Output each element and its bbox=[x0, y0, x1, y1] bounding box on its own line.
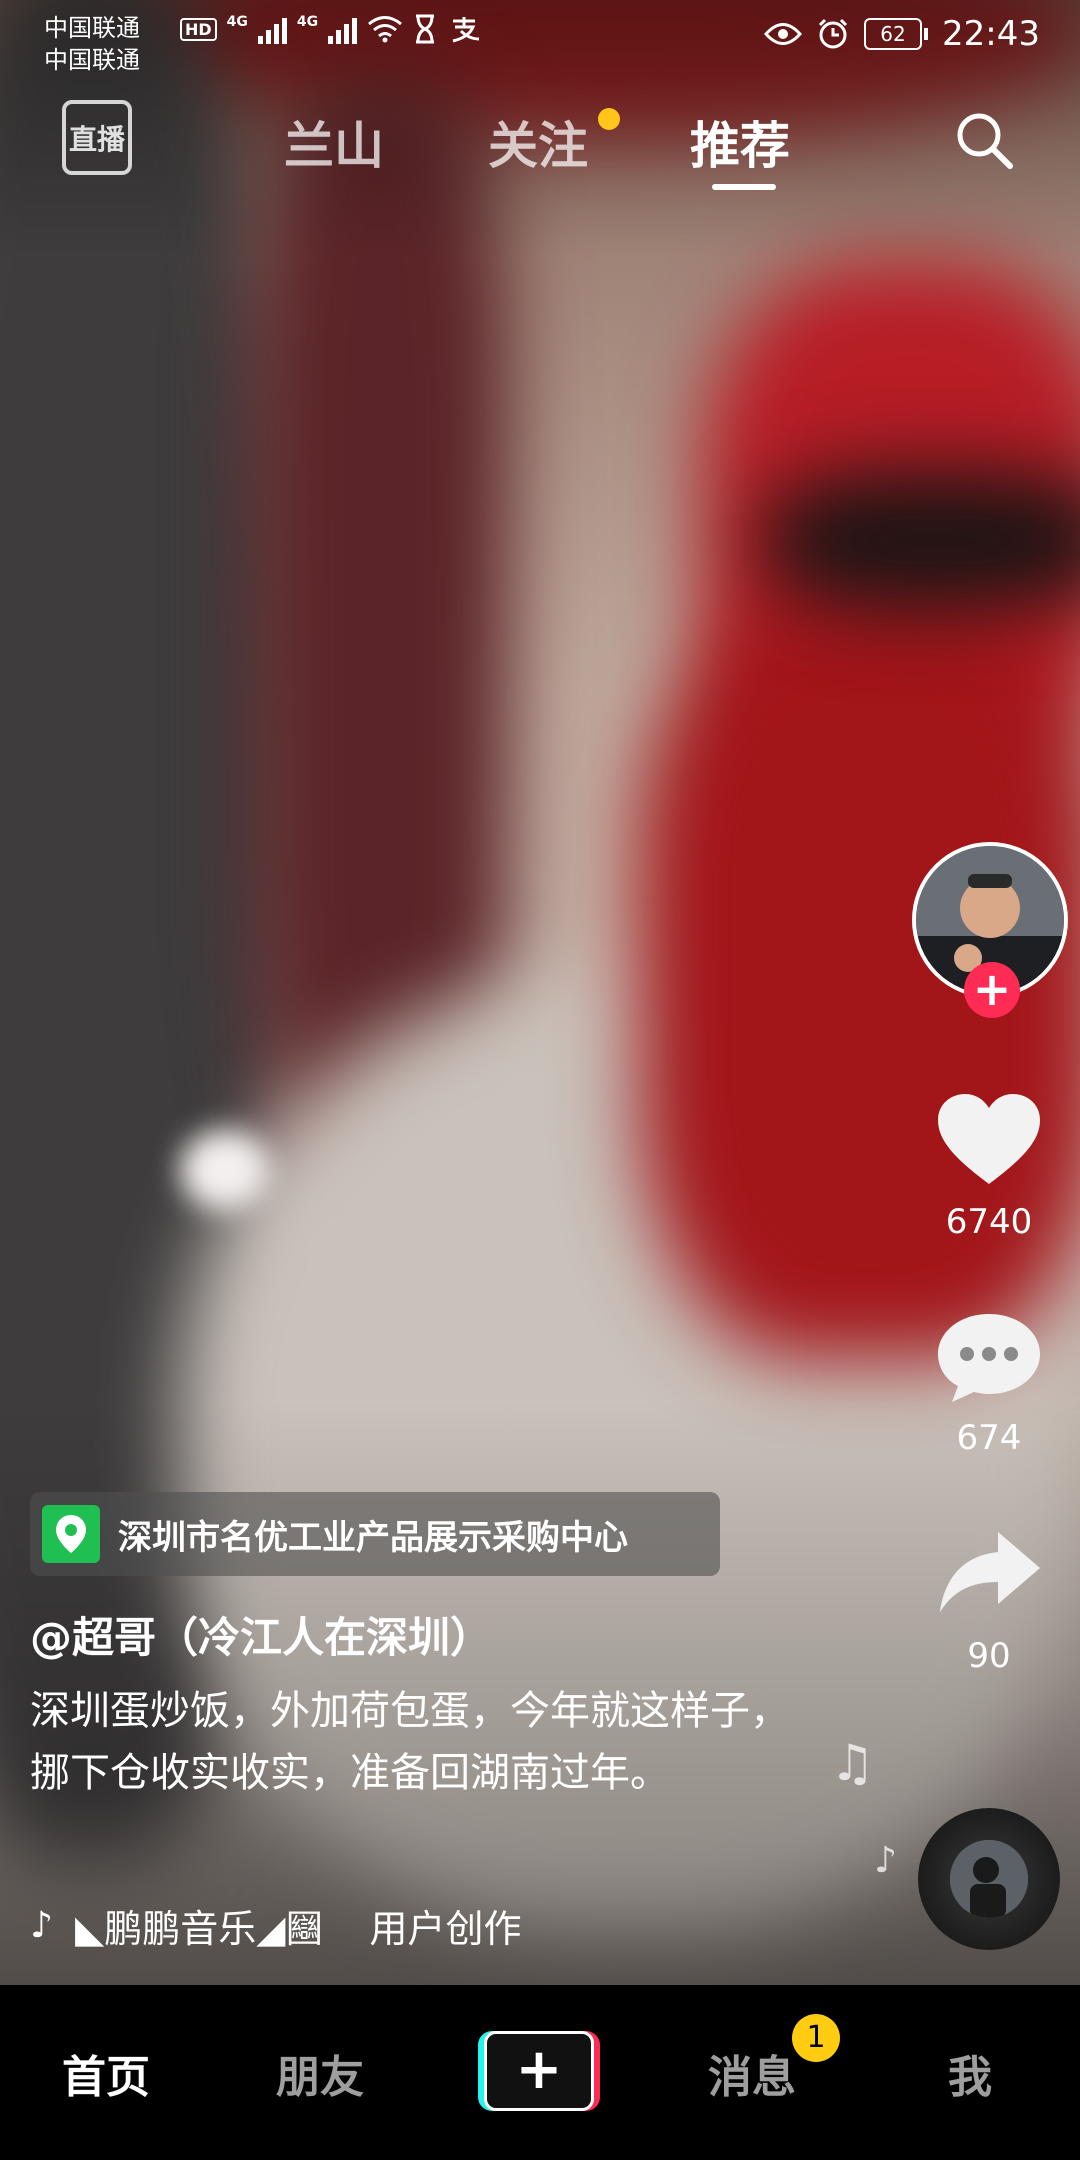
signal-icon bbox=[328, 14, 358, 44]
search-icon[interactable] bbox=[952, 108, 1016, 172]
comment-button[interactable]: 674 bbox=[930, 1306, 1048, 1458]
top-nav: 直播 兰山 关注 推荐 bbox=[0, 100, 1080, 200]
douyin-logo-icon: ♪ bbox=[30, 1905, 53, 1946]
video-background bbox=[760, 470, 1080, 610]
tab-lanshan[interactable]: 兰山 bbox=[284, 106, 384, 178]
like-count: 6740 bbox=[945, 1202, 1033, 1242]
live-button[interactable]: 直播 bbox=[62, 100, 132, 175]
video-background bbox=[180, 1130, 270, 1210]
music-title: ◣鹏鹏音乐◢圝 bbox=[74, 1907, 324, 1951]
nav-friends[interactable]: 朋友 bbox=[276, 2041, 364, 2105]
hourglass-icon bbox=[416, 14, 435, 44]
music-source: 用户创作 bbox=[369, 1907, 522, 1951]
hd-badge: HD bbox=[180, 17, 217, 41]
author-name[interactable]: @超哥（冷江人在深圳） bbox=[30, 1604, 492, 1665]
battery-icon: 62 bbox=[864, 18, 929, 50]
status-icons-left: HD 4G 4G bbox=[180, 14, 481, 44]
heart-icon bbox=[938, 1094, 1040, 1184]
signal-icon bbox=[257, 14, 287, 44]
battery-level: 62 bbox=[864, 18, 923, 50]
messages-badge: 1 bbox=[792, 2014, 840, 2062]
live-label: 直播 bbox=[68, 122, 125, 156]
music-note-icon: ♫ bbox=[830, 1734, 875, 1792]
music-cover bbox=[950, 1840, 1028, 1918]
bottom-nav: 首页 朋友 + 消息 我 bbox=[0, 1985, 1080, 2160]
nav-messages[interactable]: 消息 bbox=[708, 2041, 796, 2105]
follow-button[interactable]: + bbox=[964, 962, 1020, 1018]
location-tag[interactable]: 深圳市名优工业产品展示采购中心 bbox=[30, 1492, 720, 1576]
location-name: 深圳市名优工业产品展示采购中心 bbox=[118, 1517, 628, 1558]
like-button[interactable]: 6740 bbox=[930, 1090, 1048, 1242]
nav-home[interactable]: 首页 bbox=[62, 2041, 150, 2105]
carrier-label: 中国联通 bbox=[44, 14, 140, 42]
location-pin-icon bbox=[42, 1505, 100, 1563]
nav-me[interactable]: 我 bbox=[948, 2041, 992, 2105]
share-button[interactable]: 90 bbox=[930, 1524, 1048, 1676]
create-button[interactable]: + bbox=[478, 2031, 600, 2111]
comment-icon bbox=[938, 1314, 1040, 1402]
network-type: 4G bbox=[226, 14, 248, 30]
status-icons-right: 62 22:43 bbox=[764, 14, 1040, 54]
eye-icon bbox=[764, 23, 803, 45]
carrier-label: 中国联通 bbox=[44, 46, 140, 74]
new-content-dot bbox=[598, 108, 620, 130]
status-bar: 中国联通 中国联通 HD 4G 4G 62 22:43 bbox=[0, 0, 1080, 80]
music-disc[interactable] bbox=[918, 1808, 1060, 1950]
alarm-icon bbox=[818, 18, 848, 49]
network-type: 4G bbox=[296, 14, 319, 30]
share-count: 90 bbox=[967, 1636, 1011, 1676]
wifi-icon bbox=[368, 16, 403, 43]
tab-recommended[interactable]: 推荐 bbox=[690, 106, 790, 178]
music-info[interactable]: ♪ ◣鹏鹏音乐◢圝 用户创作 bbox=[30, 1898, 521, 1953]
video-description: 深圳蛋炒饭，外加荷包蛋，今年就这样子，挪下仓收实收实，准备回湖南过年。 bbox=[30, 1688, 790, 1796]
clock: 22:43 bbox=[942, 14, 1040, 54]
alipay-icon bbox=[452, 17, 480, 43]
comment-count: 674 bbox=[956, 1418, 1022, 1458]
creator-avatar[interactable]: + bbox=[912, 842, 1068, 1018]
tab-following[interactable]: 关注 bbox=[488, 106, 588, 178]
plus-icon: + bbox=[484, 2031, 594, 2111]
active-tab-indicator bbox=[712, 184, 776, 190]
music-note-icon: ♪ bbox=[874, 1840, 897, 1881]
share-icon bbox=[940, 1532, 1040, 1612]
